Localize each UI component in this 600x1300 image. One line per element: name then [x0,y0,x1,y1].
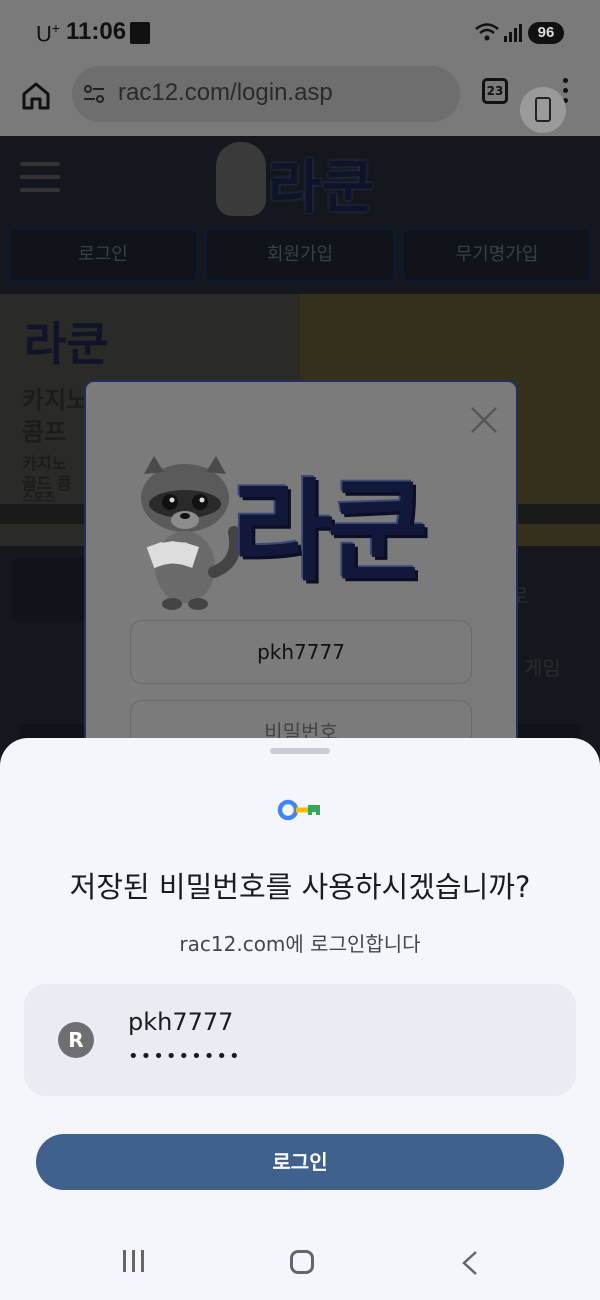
raccoon-mascot-icon [216,142,266,216]
system-nav-bar [0,1230,600,1300]
login-button[interactable]: 로그인 [36,1134,564,1190]
site-logo-text: 라쿤 [268,153,375,221]
signal-icon [504,24,524,42]
drag-handle[interactable] [270,748,330,754]
brand-logo-text: 라쿤 [232,468,428,596]
notification-icon [130,22,150,44]
tab-switcher-button[interactable]: 23 [482,78,508,104]
saved-password-mask: ••••••••• [128,1046,242,1067]
sheet-subtitle: rac12.com에 로그인합니다 [179,932,421,956]
back-icon[interactable] [460,1250,480,1276]
key-icon [276,796,324,824]
carrier-label: U+ [36,20,61,47]
browser-toolbar: rac12.com/login.asp 23 [0,64,600,136]
wifi-icon [474,22,500,48]
banner-line: 카지노 [22,386,89,414]
saved-username: pkh7777 [128,1008,234,1036]
device-icon[interactable] [520,87,566,133]
saved-account-card[interactable]: R pkh7777 ••••••••• [24,984,576,1096]
site-logo[interactable]: 라쿤 [212,136,392,222]
hamburger-icon[interactable] [20,162,60,192]
avatar: R [58,1022,94,1058]
password-manager-sheet: 저장된 비밀번호를 사용하시겠습니까? rac12.com에 로그인합니다 R … [0,738,600,1300]
home-nav-icon[interactable] [290,1250,314,1274]
status-bar: U+ 11:06 96 [0,0,600,64]
home-icon[interactable] [18,78,54,114]
site-settings-icon[interactable] [82,84,106,104]
login-modal: 라쿤 pkh7777 비밀번호 [84,380,518,764]
battery-indicator: 96 [528,22,564,44]
category-label[interactable]: 게임 [524,652,561,681]
address-bar[interactable]: rac12.com/login.asp [72,66,460,122]
nav-signup-button[interactable]: 회원가입 [205,228,395,282]
recent-apps-icon[interactable] [120,1250,148,1274]
nav-anonymous-signup-button[interactable]: 무기명가입 [402,228,592,282]
sheet-title: 저장된 비밀번호를 사용하시겠습니까? [69,870,531,904]
username-field[interactable]: pkh7777 [130,620,472,684]
banner-line: 스포츠 [22,490,56,504]
clock: 11:06 [66,18,127,45]
raccoon-mascot-icon [130,452,241,612]
url-text: rac12.com/login.asp [118,79,333,106]
nav-login-button[interactable]: 로그인 [8,228,198,282]
banner-logo: 라쿤 [24,317,109,371]
close-icon[interactable] [464,400,504,440]
banner-line: 콤프 [22,418,67,446]
